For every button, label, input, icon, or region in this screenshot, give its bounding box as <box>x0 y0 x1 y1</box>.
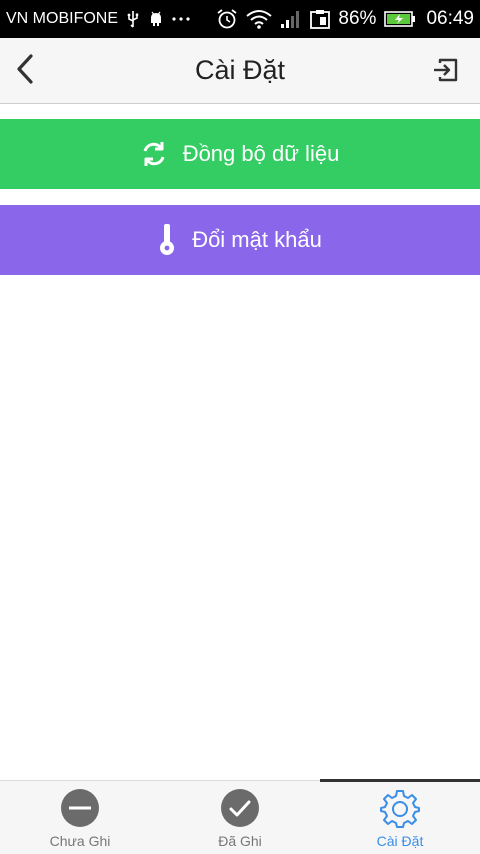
minus-circle-icon <box>60 788 100 828</box>
tab-not-recorded[interactable]: Chưa Ghi <box>0 781 160 854</box>
status-bar: VN MOBIFONE 86% 06:49 <box>0 0 480 38</box>
tab-label-recorded: Đã Ghi <box>218 833 262 849</box>
sign-out-icon <box>432 58 458 87</box>
wifi-icon <box>246 9 273 29</box>
bottom-tab-bar: Chưa Ghi Đã Ghi Cài Đặt <box>0 779 480 854</box>
gear-icon <box>380 788 420 828</box>
tab-label-not-recorded: Chưa Ghi <box>49 833 111 849</box>
check-circle-icon <box>220 788 260 828</box>
sync-data-button[interactable]: Đồng bộ dữ liệu <box>0 119 480 189</box>
sync-icon <box>141 139 167 169</box>
usb-icon <box>126 10 140 28</box>
battery-charging-icon <box>384 10 416 28</box>
tab-recorded[interactable]: Đã Ghi <box>160 781 320 854</box>
key-icon <box>158 223 176 257</box>
sync-data-label: Đồng bộ dữ liệu <box>182 141 340 166</box>
chevron-left-icon <box>15 53 35 90</box>
more-notifications-icon <box>172 16 190 22</box>
signal-icon <box>280 9 302 29</box>
alarm-icon <box>216 8 238 30</box>
change-password-button[interactable]: Đổi mật khẩu <box>0 205 480 275</box>
battery-percentage: 86% <box>338 8 377 29</box>
tab-label-settings: Cài Đặt <box>376 833 424 849</box>
clock: 06:49 <box>426 8 474 29</box>
tab-settings[interactable]: Cài Đặt <box>320 779 480 854</box>
logout-button[interactable] <box>430 58 460 86</box>
carrier-name: VN MOBIFONE <box>6 10 119 27</box>
android-debug-icon <box>148 10 164 28</box>
change-password-label: Đổi mật khẩu <box>192 227 322 252</box>
app-header: Cài Đặt <box>0 38 480 104</box>
sim-alert-icon <box>310 9 331 29</box>
back-button[interactable] <box>10 53 40 90</box>
page-title: Cài Đặt <box>194 55 286 85</box>
